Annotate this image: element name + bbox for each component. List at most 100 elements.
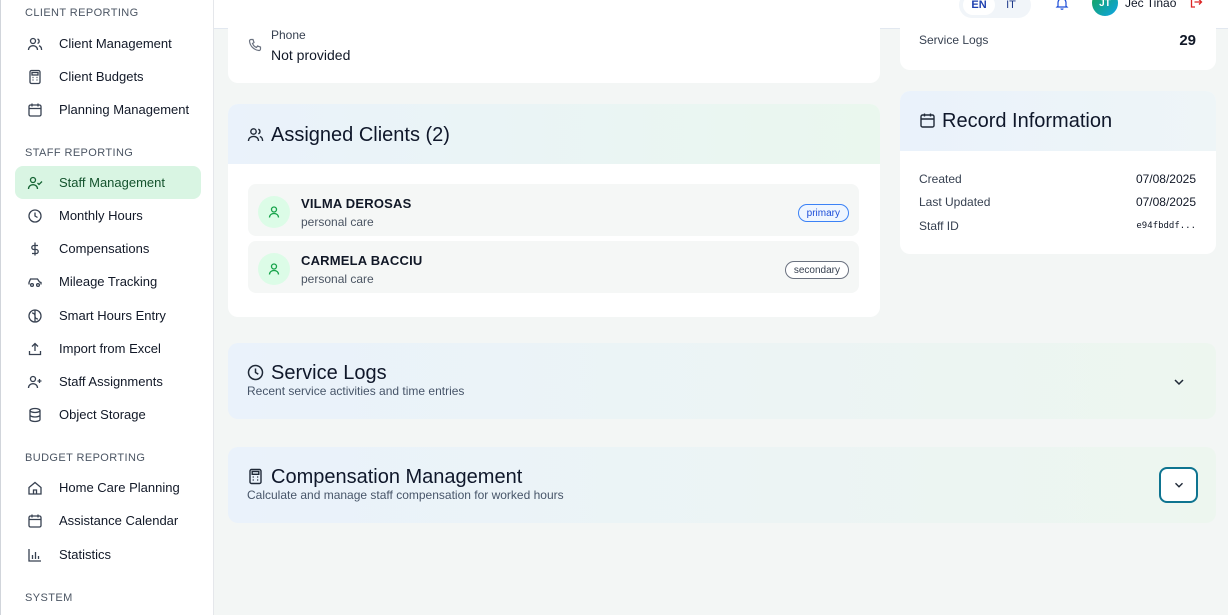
- sidebar-item-label: Client Management: [59, 36, 172, 51]
- section-title-system: SYSTEM: [25, 592, 73, 604]
- sidebar-item-label: Staff Assignments: [59, 374, 163, 389]
- client-service-type: personal care: [301, 215, 374, 229]
- section-title-client-reporting: CLIENT REPORTING: [25, 7, 139, 19]
- sidebar-item-statistics[interactable]: Statistics: [15, 538, 201, 571]
- compensation-management-title: Compensation Management: [271, 466, 523, 488]
- sidebar-item-client-management[interactable]: Client Management: [15, 27, 201, 60]
- sidebar: CLIENT REPORTING Client Management Clien…: [0, 0, 214, 615]
- service-logs-subtitle: Recent service activities and time entri…: [247, 384, 465, 398]
- client-avatar: [258, 253, 290, 285]
- user-plus-icon: [27, 374, 43, 390]
- sidebar-item-label: Staff Management: [59, 175, 165, 190]
- car-icon: [27, 274, 43, 290]
- section-title-staff-reporting: STAFF REPORTING: [25, 147, 134, 159]
- brain-icon: [27, 308, 43, 324]
- users-icon: [247, 126, 264, 143]
- sidebar-item-planning-management[interactable]: Planning Management: [15, 93, 201, 126]
- sidebar-item-import-from-excel[interactable]: Import from Excel: [15, 332, 201, 365]
- client-row[interactable]: VILMA DEROSAS personal care primary: [248, 184, 859, 236]
- users-icon: [27, 36, 43, 52]
- calculator-icon: [27, 69, 43, 85]
- sidebar-item-label: Import from Excel: [59, 341, 161, 356]
- sidebar-item-assistance-calendar[interactable]: Assistance Calendar: [15, 504, 201, 537]
- upload-icon: [27, 341, 43, 357]
- status-badge: secondary: [784, 261, 849, 279]
- phone-value: Not provided: [271, 47, 351, 63]
- section-title-budget-reporting: BUDGET REPORTING: [25, 452, 146, 464]
- sidebar-item-client-budgets[interactable]: Client Budgets: [15, 60, 201, 93]
- assigned-clients-title: Assigned Clients (2): [271, 124, 450, 146]
- sidebar-item-compensations[interactable]: Compensations: [15, 232, 201, 265]
- sidebar-item-label: Monthly Hours: [59, 208, 143, 223]
- sidebar-item-label: Client Budgets: [59, 69, 144, 84]
- client-service-type: personal care: [301, 272, 374, 286]
- assigned-clients-header: Assigned Clients (2): [228, 104, 880, 164]
- language-en-button[interactable]: EN: [963, 0, 995, 15]
- dollar-icon: [27, 241, 43, 257]
- phone-label: Phone: [271, 28, 306, 42]
- sidebar-item-smart-hours-entry[interactable]: Smart Hours Entry: [15, 299, 201, 332]
- calendar-icon: [919, 112, 936, 129]
- phone-icon: [248, 38, 262, 52]
- bell-icon[interactable]: [1055, 0, 1069, 10]
- sidebar-item-mileage-tracking[interactable]: Mileage Tracking: [15, 265, 201, 298]
- compensation-management-section[interactable]: Compensation Management Calculate and ma…: [228, 447, 1216, 523]
- last-updated-value: 07/08/2025: [1135, 195, 1196, 209]
- sidebar-item-staff-assignments[interactable]: Staff Assignments: [15, 365, 201, 398]
- chevron-down-icon: [1174, 482, 1183, 488]
- logout-icon[interactable]: [1189, 0, 1203, 9]
- service-logs-stat-label: Service Logs: [919, 33, 989, 47]
- service-logs-section[interactable]: Service Logs Recent service activities a…: [228, 343, 1216, 419]
- client-row[interactable]: CARMELA BACCIU personal care secondary: [248, 241, 859, 293]
- contact-info-card: Phone Not provided: [228, 22, 880, 83]
- created-label: Created: [919, 172, 962, 186]
- sidebar-item-staff-management[interactable]: Staff Management: [15, 166, 201, 199]
- sidebar-item-label: Smart Hours Entry: [59, 308, 166, 323]
- expand-compensation-button[interactable]: [1159, 467, 1198, 503]
- user-icon: [268, 206, 280, 218]
- client-name: VILMA DEROSAS: [301, 196, 412, 211]
- sidebar-item-label: Statistics: [59, 547, 112, 562]
- bar-chart-icon: [27, 547, 43, 563]
- sidebar-item-monthly-hours[interactable]: Monthly Hours: [15, 199, 201, 232]
- clock-icon: [247, 364, 264, 381]
- user-name[interactable]: Jec Tinao: [1125, 0, 1176, 10]
- chevron-down-icon[interactable]: [1171, 374, 1187, 390]
- clock-icon: [27, 208, 43, 224]
- language-switch: EN IT: [959, 0, 1031, 18]
- client-avatar: [258, 196, 290, 228]
- service-logs-stat-value: 29: [1179, 32, 1196, 49]
- stats-card: Service Logs 29: [900, 22, 1216, 70]
- status-badge: primary: [797, 204, 849, 222]
- user-check-icon: [27, 175, 43, 191]
- sidebar-item-home-care-planning[interactable]: Home Care Planning: [15, 471, 201, 504]
- client-name: CARMELA BACCIU: [301, 253, 423, 268]
- home-icon: [27, 480, 43, 496]
- sidebar-item-label: Planning Management: [59, 102, 190, 117]
- service-logs-title: Service Logs: [271, 362, 387, 384]
- staff-id-label: Staff ID: [919, 219, 959, 233]
- compensation-management-subtitle: Calculate and manage staff compensation …: [247, 488, 564, 502]
- user-avatar[interactable]: JT: [1092, 0, 1118, 16]
- record-information-header: Record Information: [900, 91, 1216, 151]
- sidebar-item-label: Compensations: [59, 241, 150, 256]
- record-information-card: Record Information Created 07/08/2025 La…: [900, 91, 1216, 254]
- sidebar-item-label: Object Storage: [59, 407, 146, 422]
- calculator-icon: [247, 468, 264, 485]
- sidebar-item-label: Home Care Planning: [59, 480, 180, 495]
- user-icon: [268, 263, 280, 275]
- last-updated-label: Last Updated: [919, 195, 991, 209]
- calendar-icon: [27, 513, 43, 529]
- created-value: 07/08/2025: [1135, 172, 1196, 186]
- staff-id-row: Staff ID e94fbddf...: [919, 219, 1196, 233]
- last-updated-row: Last Updated 07/08/2025: [919, 195, 1196, 209]
- record-information-title: Record Information: [942, 110, 1113, 132]
- language-it-button[interactable]: IT: [995, 0, 1027, 15]
- sidebar-item-label: Mileage Tracking: [59, 274, 158, 289]
- sidebar-item-label: Assistance Calendar: [59, 513, 179, 528]
- calendar-icon: [27, 102, 43, 118]
- assigned-clients-card: Assigned Clients (2) VILMA DEROSAS perso…: [228, 104, 880, 317]
- created-row: Created 07/08/2025: [919, 172, 1196, 186]
- database-icon: [27, 407, 43, 423]
- sidebar-item-object-storage[interactable]: Object Storage: [15, 398, 201, 431]
